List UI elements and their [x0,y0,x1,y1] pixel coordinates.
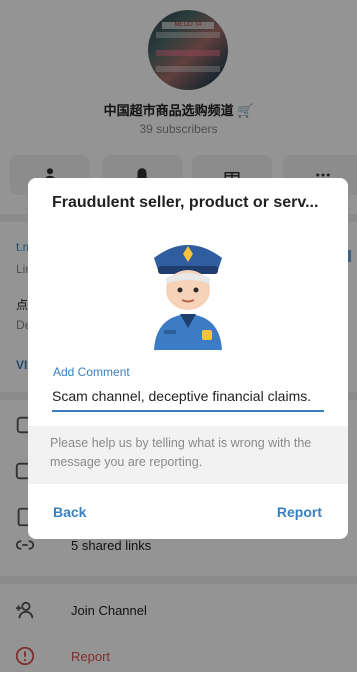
back-button[interactable]: Back [53,504,86,520]
comment-input[interactable] [52,382,324,412]
help-text-box: Please help us by telling what is wrong … [28,426,348,484]
dialog-title: Fraudulent seller, product or serv... [52,194,319,211]
comment-field-label: Add Comment [53,365,130,379]
help-text: Please help us by telling what is wrong … [50,436,312,469]
report-button[interactable]: Report [277,504,322,520]
report-dialog: Fraudulent seller, product or serv... Ad… [28,178,348,539]
police-officer-icon [154,245,222,350]
